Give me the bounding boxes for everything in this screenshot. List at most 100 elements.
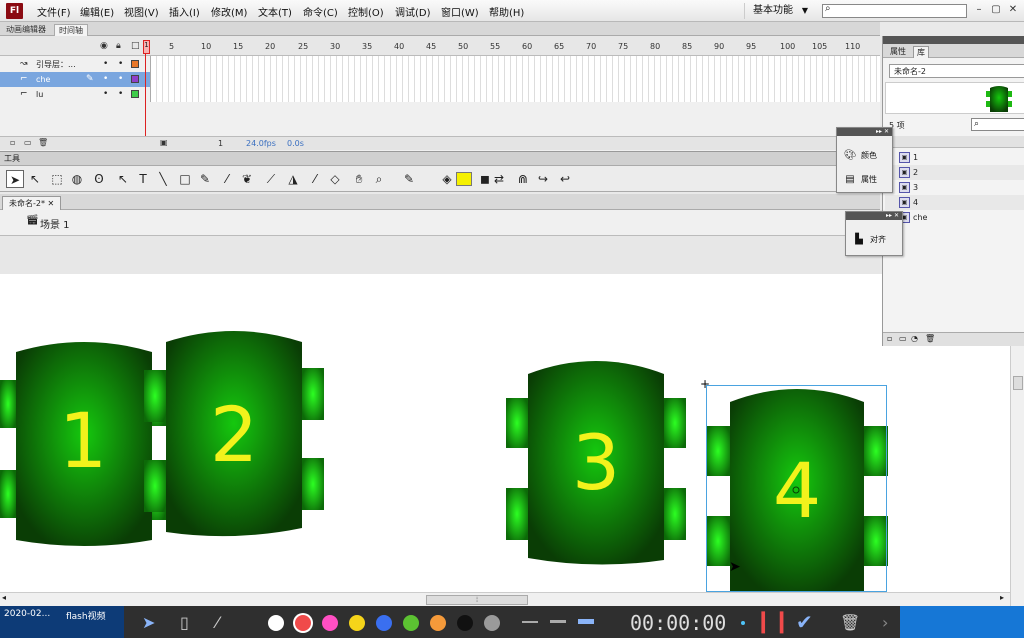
- new-folder-icon[interactable]: ▭: [899, 334, 907, 343]
- snap-magnet-icon[interactable]: ⋒: [514, 170, 532, 188]
- vertical-scrollbar[interactable]: [1010, 346, 1024, 606]
- color-orange[interactable]: [430, 615, 446, 631]
- frame-grid[interactable]: [150, 56, 880, 102]
- menu-control[interactable]: 控制(O): [348, 4, 384, 19]
- bone-tool-icon[interactable]: ⟋: [262, 170, 280, 188]
- color-black[interactable]: [457, 615, 473, 631]
- delete-layer-icon[interactable]: 🗑︎: [38, 138, 48, 147]
- thick-line-icon[interactable]: [578, 619, 594, 624]
- lasso-icon[interactable]: ʘ: [90, 170, 108, 188]
- tab-timeline[interactable]: 时间轴: [54, 24, 88, 36]
- layer-color-swatch[interactable]: [131, 90, 139, 98]
- properties-icon[interactable]: ◔: [911, 334, 918, 343]
- layer-che[interactable]: ⌐ che ✎ • •: [0, 72, 150, 87]
- frame-rate[interactable]: 24.0fps: [246, 139, 276, 148]
- library-item[interactable]: ▣ 2: [885, 165, 1024, 180]
- subselection-tool-icon[interactable]: ↖: [26, 170, 44, 188]
- menu-text[interactable]: 文本(T): [258, 4, 292, 19]
- color-panel-button[interactable]: 🎨︎ 颜色: [843, 150, 877, 161]
- horizontal-scrollbar[interactable]: ◂ ⦙ ▸: [0, 592, 1010, 606]
- smooth-icon[interactable]: ↪: [534, 170, 552, 188]
- scroll-left-icon[interactable]: ◂: [2, 593, 6, 602]
- library-document-select[interactable]: 未命名-2: [889, 64, 1024, 78]
- lock-dot[interactable]: •: [118, 57, 123, 72]
- zoom-tool-icon[interactable]: ⌕: [370, 170, 388, 188]
- library-item[interactable]: ▣ 1: [885, 150, 1024, 165]
- lock-dot[interactable]: •: [118, 72, 123, 87]
- menu-help[interactable]: 帮助(H): [489, 4, 524, 19]
- new-symbol-icon[interactable]: ▫: [887, 334, 892, 343]
- scroll-right-icon[interactable]: ▸: [1000, 593, 1004, 602]
- menu-window[interactable]: 窗口(W): [441, 4, 479, 19]
- visibility-dot[interactable]: •: [103, 72, 108, 87]
- brush-tool-icon[interactable]: ⁄: [218, 170, 236, 188]
- menu-insert[interactable]: 插入(I): [169, 4, 200, 19]
- color-gray[interactable]: [484, 615, 500, 631]
- tab-motion-editor[interactable]: 动画编辑器: [2, 24, 50, 36]
- panel-grip[interactable]: ▸▸ ✕: [846, 212, 902, 220]
- menu-debug[interactable]: 调试(D): [395, 4, 431, 19]
- 3d-rotation-icon[interactable]: ◍: [68, 170, 86, 188]
- medium-line-icon[interactable]: [550, 620, 566, 623]
- lock-dot[interactable]: •: [118, 87, 123, 102]
- align-panel-button[interactable]: ▙ 对齐: [852, 234, 886, 245]
- line-tool-icon[interactable]: ╲: [154, 170, 172, 188]
- car-symbol-2[interactable]: 2: [144, 328, 324, 538]
- close-icon[interactable]: ✕: [1006, 3, 1020, 17]
- new-layer-icon[interactable]: ▫: [10, 138, 15, 147]
- layer-color-swatch[interactable]: [131, 75, 139, 83]
- thin-line-icon[interactable]: [522, 621, 538, 623]
- library-panel-grip[interactable]: [883, 36, 1024, 44]
- eyedropper-icon[interactable]: ⁄: [306, 170, 324, 188]
- playhead[interactable]: 1: [143, 40, 150, 150]
- paint-bucket-icon[interactable]: ◮: [284, 170, 302, 188]
- text-tool-icon[interactable]: T: [134, 170, 152, 188]
- lock-icon[interactable]: 🔒︎: [116, 41, 121, 51]
- tab-library[interactable]: 库: [913, 46, 929, 58]
- stroke-color-icon[interactable]: ✎: [400, 170, 418, 188]
- new-folder-icon[interactable]: ▭: [24, 138, 32, 147]
- delete-icon[interactable]: 🗑︎: [925, 334, 935, 343]
- color-red[interactable]: [295, 615, 311, 631]
- color-yellow[interactable]: [349, 615, 365, 631]
- deco-tool-icon[interactable]: ❦: [238, 170, 256, 188]
- pointer-icon[interactable]: ➤: [142, 613, 155, 632]
- pause-icon[interactable]: ❙❙: [754, 609, 791, 634]
- layer-lu[interactable]: ⌐ lu • •: [0, 87, 150, 102]
- chevron-right-icon[interactable]: ›: [882, 613, 888, 632]
- menu-edit[interactable]: 编辑(E): [80, 4, 114, 19]
- layer-guide[interactable]: ↝ 引导层：... • •: [0, 57, 150, 72]
- straighten-icon[interactable]: ↩: [556, 170, 574, 188]
- menu-commands[interactable]: 命令(C): [303, 4, 338, 19]
- color-white[interactable]: [268, 615, 284, 631]
- menu-modify[interactable]: 修改(M): [211, 4, 247, 19]
- fill-color-icon[interactable]: ◈: [438, 170, 456, 188]
- pencil-tool-icon[interactable]: ✎: [196, 170, 214, 188]
- eraser-icon[interactable]: ▯: [180, 613, 189, 632]
- document-tab[interactable]: 未命名-2* ✕: [2, 196, 62, 210]
- outline-icon[interactable]: □: [131, 41, 140, 51]
- tab-properties[interactable]: 属性: [887, 46, 909, 58]
- color-green[interactable]: [403, 615, 419, 631]
- menu-file[interactable]: 文件(F): [37, 4, 71, 19]
- fill-swatch[interactable]: [456, 172, 472, 186]
- close-tab-icon[interactable]: ✕: [48, 199, 55, 208]
- vertical-scroll-thumb[interactable]: [1013, 376, 1023, 390]
- free-transform-icon[interactable]: ⬚: [48, 170, 66, 188]
- checkmark-icon[interactable]: ✔: [796, 610, 813, 634]
- rectangle-tool-icon[interactable]: □: [176, 170, 194, 188]
- highlighter-icon[interactable]: ⁄: [216, 613, 219, 632]
- library-item[interactable]: ▣ 3: [885, 180, 1024, 195]
- trash-icon[interactable]: 🗑︎: [840, 613, 860, 632]
- visibility-dot[interactable]: •: [103, 57, 108, 72]
- minimize-icon[interactable]: –: [972, 3, 986, 17]
- eye-icon[interactable]: ◉: [100, 41, 108, 51]
- scene-label[interactable]: 场景 1: [40, 216, 70, 231]
- horizontal-scroll-thumb[interactable]: ⦙: [426, 595, 528, 605]
- pen-tool-icon[interactable]: ↖: [114, 170, 132, 188]
- properties-panel-button[interactable]: ▤ 属性: [843, 174, 877, 185]
- color-pink[interactable]: [322, 615, 338, 631]
- library-item[interactable]: ▣ che: [885, 210, 1024, 225]
- restore-icon[interactable]: ▢: [989, 3, 1003, 17]
- taskbar-app[interactable]: flash视频: [66, 609, 106, 622]
